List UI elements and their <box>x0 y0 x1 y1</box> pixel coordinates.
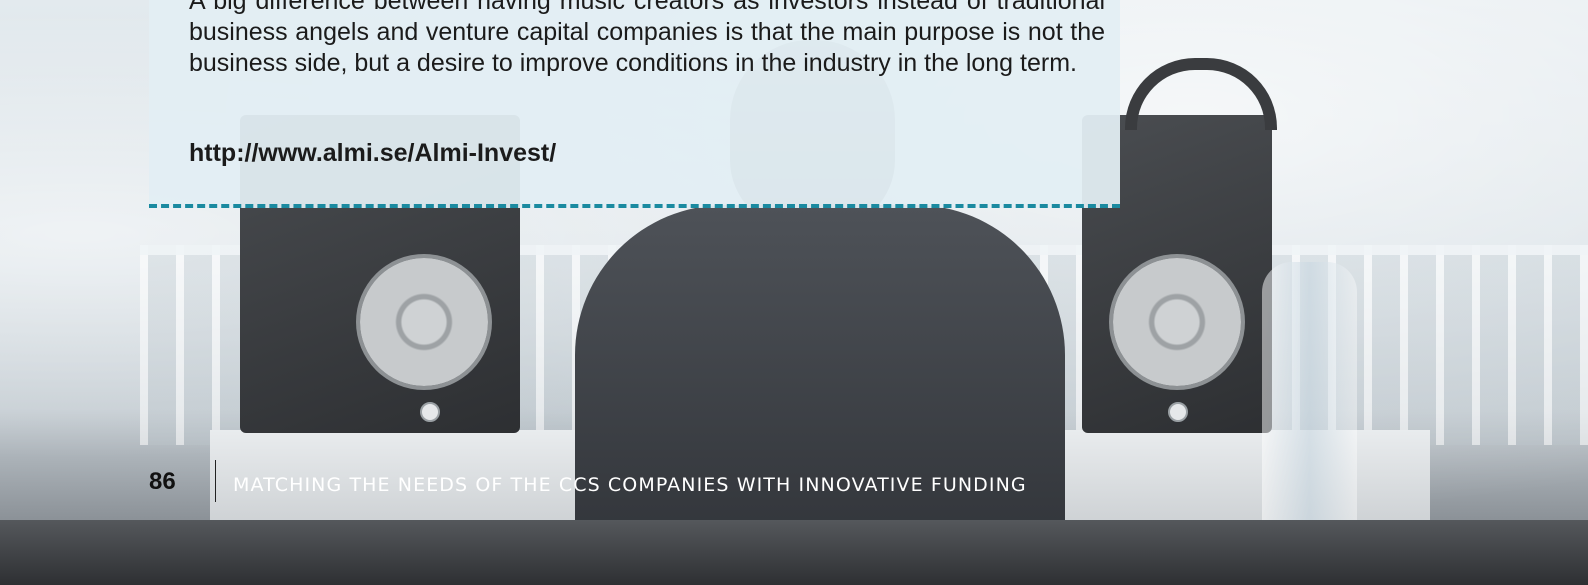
desk-front <box>0 520 1588 585</box>
running-title: MATCHING THE NEEDS OF THE CCS COMPANIES … <box>233 474 1027 496</box>
speaker-tweeter <box>420 402 440 422</box>
callout-box: A big difference between having music cr… <box>149 0 1120 208</box>
speaker-woofer <box>360 258 488 386</box>
speaker-woofer <box>1113 258 1241 386</box>
footer-divider <box>215 460 216 502</box>
page-number: 86 <box>149 468 176 495</box>
almi-invest-link[interactable]: http://www.almi.se/Almi-Invest/ <box>189 139 556 168</box>
callout-body-text: A big difference between having music cr… <box>189 0 1105 77</box>
speaker-tweeter <box>1168 402 1188 422</box>
